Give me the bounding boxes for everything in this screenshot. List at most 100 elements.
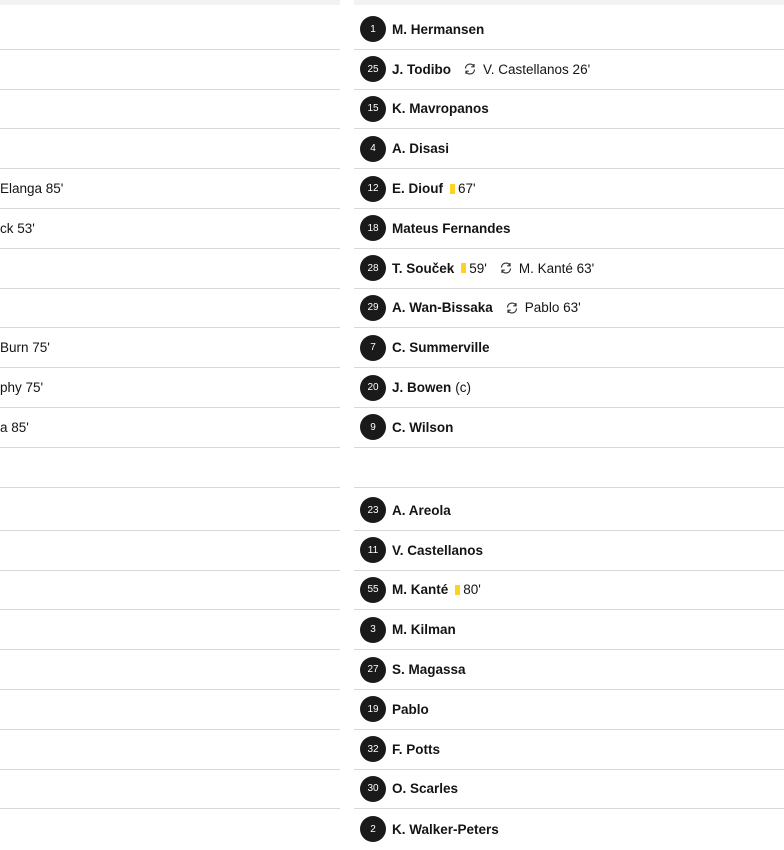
player-row[interactable]: 29 A. Wan-Bissaka Pablo 63': [354, 289, 784, 329]
shirt-number-badge: 1: [360, 16, 386, 43]
player-name[interactable]: A. Areola: [392, 503, 451, 518]
home-player-row: [0, 90, 340, 130]
shirt-number-badge: 3: [360, 616, 386, 643]
sub-player-row[interactable]: 55 M. Kanté 80': [354, 571, 784, 611]
home-player-row-text: Elanga 85': [0, 181, 64, 197]
player-name[interactable]: F. Potts: [392, 742, 440, 757]
home-player-row: ck 53': [0, 209, 340, 249]
home-player-row: [0, 249, 340, 289]
shirt-number-badge: 28: [360, 255, 386, 282]
home-starting-list: Elanga 85' ck 53' Burn 75' phy 75' a 85': [0, 10, 340, 488]
away-subs-list: 23 A. Areola 11 V. Castellanos 55 M. Kanté 80'…: [354, 491, 784, 849]
yellow-card-icon: [450, 183, 455, 194]
player-name[interactable]: M. Hermansen: [392, 22, 484, 37]
player-name[interactable]: A. Wan-Bissaka: [392, 300, 493, 315]
sub-player-row[interactable]: 19 Pablo: [354, 690, 784, 730]
player-row[interactable]: 28 T. Souček 59' M. Kanté 63': [354, 249, 784, 289]
home-sub-row: [0, 690, 340, 730]
home-player-row: a 85': [0, 408, 340, 448]
player-row[interactable]: 1 M. Hermansen: [354, 10, 784, 50]
away-lineup-header-bar: [354, 0, 784, 5]
player-name[interactable]: J. Bowen: [392, 380, 451, 395]
home-lineup-spacer: [0, 448, 340, 488]
away-starting-list: 1 M. Hermansen 25 J. Todibo V. Castellanos 2…: [354, 10, 784, 488]
player-name[interactable]: C. Summerville: [392, 340, 490, 355]
player-name[interactable]: M. Kilman: [392, 622, 456, 637]
shirt-number-badge: 19: [360, 696, 386, 723]
player-name[interactable]: T. Souček: [392, 261, 454, 276]
player-name[interactable]: K. Walker-Peters: [392, 822, 499, 837]
player-row[interactable]: 4 A. Disasi: [354, 129, 784, 170]
home-sub-row: [0, 491, 340, 531]
sub-player-row[interactable]: 2 K. Walker-Peters: [354, 809, 784, 849]
substitution-info: M. Kanté 63': [499, 261, 594, 276]
sub-player-row[interactable]: 30 O. Scarles: [354, 770, 784, 810]
sub-player-row[interactable]: 11 V. Castellanos: [354, 531, 784, 571]
player-name[interactable]: J. Todibo: [392, 62, 451, 77]
home-player-row: [0, 129, 340, 170]
home-subs-list: [0, 491, 340, 849]
shirt-number-badge: 15: [360, 95, 386, 122]
player-name[interactable]: S. Magassa: [392, 662, 466, 677]
substitution-icon: [500, 262, 511, 274]
booking-minute: 67': [458, 181, 476, 197]
player-name[interactable]: V. Castellanos: [392, 543, 483, 558]
yellow-card-icon: [455, 584, 461, 595]
player-row[interactable]: 15 K. Mavropanos: [354, 90, 784, 130]
shirt-number-badge: 18: [360, 215, 386, 242]
substitution-text: M. Kanté 63': [518, 260, 595, 276]
player-row[interactable]: 12 E. Diouf 67': [354, 169, 784, 209]
substitution-info: Pablo 63': [505, 300, 581, 315]
player-name[interactable]: Mateus Fernandes: [392, 221, 511, 236]
shirt-number-badge: 30: [360, 775, 386, 802]
home-player-row-text: a 85': [0, 419, 29, 435]
player-name[interactable]: E. Diouf: [392, 181, 443, 196]
home-sub-row: [0, 650, 340, 690]
home-player-row: [0, 50, 340, 90]
shirt-number-badge: 2: [360, 816, 386, 843]
captain-marker: (c): [455, 380, 472, 396]
player-row[interactable]: 9 C. Wilson: [354, 408, 784, 448]
home-sub-row: [0, 571, 340, 611]
player-row[interactable]: 18 Mateus Fernandes: [354, 209, 784, 249]
shirt-number-badge: 29: [360, 294, 386, 321]
substitution-text: Pablo 63': [524, 300, 581, 316]
home-player-row-text: ck 53': [0, 220, 35, 236]
player-name[interactable]: K. Mavropanos: [392, 101, 489, 116]
home-sub-row: [0, 531, 340, 571]
player-row[interactable]: 7 C. Summerville: [354, 328, 784, 369]
substitution-text: V. Castellanos 26': [483, 61, 591, 77]
away-lineup-spacer: [354, 448, 784, 488]
shirt-number-badge: 25: [360, 56, 386, 83]
shirt-number-badge: 9: [360, 414, 386, 441]
player-name[interactable]: M. Kanté: [392, 582, 448, 597]
shirt-number-badge: 7: [360, 334, 386, 361]
home-player-row: Burn 75': [0, 328, 340, 369]
sub-player-row[interactable]: 3 M. Kilman: [354, 610, 784, 651]
player-name[interactable]: C. Wilson: [392, 420, 453, 435]
home-player-row-text: phy 75': [0, 380, 44, 396]
player-name[interactable]: Pablo: [392, 702, 429, 717]
shirt-number-badge: 12: [360, 175, 386, 202]
shirt-number-badge: 55: [360, 576, 386, 603]
yellow-card-icon: [461, 263, 467, 274]
home-sub-row: [0, 770, 340, 810]
sub-player-row[interactable]: 32 F. Potts: [354, 730, 784, 770]
home-player-row: phy 75': [0, 368, 340, 408]
substitution-icon: [506, 302, 517, 314]
sub-player-row[interactable]: 23 A. Areola: [354, 491, 784, 531]
sub-player-row[interactable]: 27 S. Magassa: [354, 650, 784, 690]
shirt-number-badge: 32: [360, 736, 386, 763]
player-name[interactable]: O. Scarles: [392, 781, 458, 796]
shirt-number-badge: 27: [360, 656, 386, 683]
home-lineup-header-bar: [0, 0, 340, 5]
booking-minute: 59': [469, 260, 487, 276]
shirt-number-badge: 11: [360, 537, 386, 564]
home-sub-row: [0, 809, 340, 849]
home-player-row-text: Burn 75': [0, 340, 50, 356]
player-row[interactable]: 25 J. Todibo V. Castellanos 26': [354, 50, 784, 90]
player-name[interactable]: A. Disasi: [392, 141, 449, 156]
home-player-row: [0, 10, 340, 50]
player-row[interactable]: 20 J. Bowen (c): [354, 368, 784, 408]
booking-minute: 80': [463, 582, 481, 598]
